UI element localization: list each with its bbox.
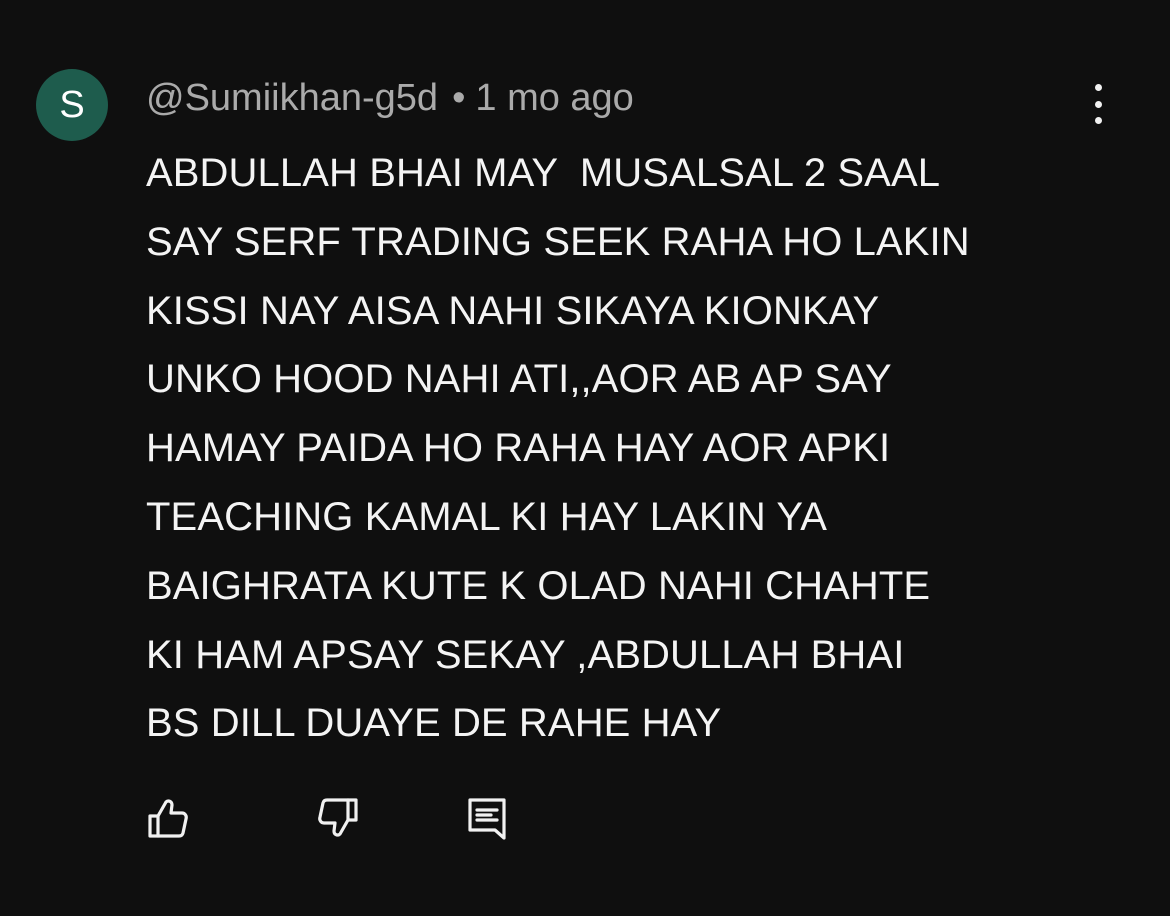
more-options-button[interactable] [1080, 84, 1116, 124]
dislike-button[interactable] [310, 790, 366, 846]
comment-header: @Sumiikhan-g5d • 1 mo ago [146, 76, 634, 120]
reply-button[interactable] [458, 790, 514, 846]
comment-text: ABDULLAH BHAI MAY MUSALSAL 2 SAAL SAY SE… [146, 139, 1146, 758]
comment-text-line: KISSI NAY AISA NAHI SIKAYA KIONKAY [146, 288, 880, 333]
comment-text-line: UNKO HOOD NAHI ATI,,AOR AB AP SAY [146, 357, 892, 402]
more-vertical-icon-dot [1094, 84, 1102, 91]
comment-text-line: TEACHING KAMAL KI HAY LAKIN YA [146, 494, 827, 539]
author-name[interactable]: @Sumiikhan-g5d [146, 77, 438, 119]
comment-timestamp[interactable]: 1 mo ago [475, 77, 633, 119]
comment-text-line: KI HAM APSAY SEKAY ,ABDULLAH BHAI [146, 632, 905, 677]
more-vertical-icon-dot [1094, 100, 1102, 108]
reply-comment-icon [468, 798, 506, 840]
separator-dot: • [452, 77, 466, 119]
comment-text-line: BS DILL DUAYE DE RAHE HAY [146, 701, 722, 746]
comment-text-line: SAY SERF TRADING SEEK RAHA HO LAKIN [146, 219, 970, 264]
comment-text-line: BAIGHRATA KUTE K OLAD NAHI CHAHTE [146, 563, 931, 608]
like-button[interactable] [140, 790, 196, 846]
avatar[interactable]: S [36, 69, 108, 141]
thumbs-down-icon [318, 798, 358, 837]
more-vertical-icon-dot [1094, 117, 1102, 124]
avatar-letter: S [59, 84, 85, 126]
comment-item: S @Sumiikhan-g5d • 1 mo ago ABDULLAH BHAI … [0, 0, 1170, 916]
thumbs-up-icon [148, 799, 188, 838]
comment-text-line: HAMAY PAIDA HO RAHA HAY AOR APKI [146, 426, 891, 471]
comment-text-line: ABDULLAH BHAI MAY MUSALSAL 2 SAAL [146, 151, 941, 195]
